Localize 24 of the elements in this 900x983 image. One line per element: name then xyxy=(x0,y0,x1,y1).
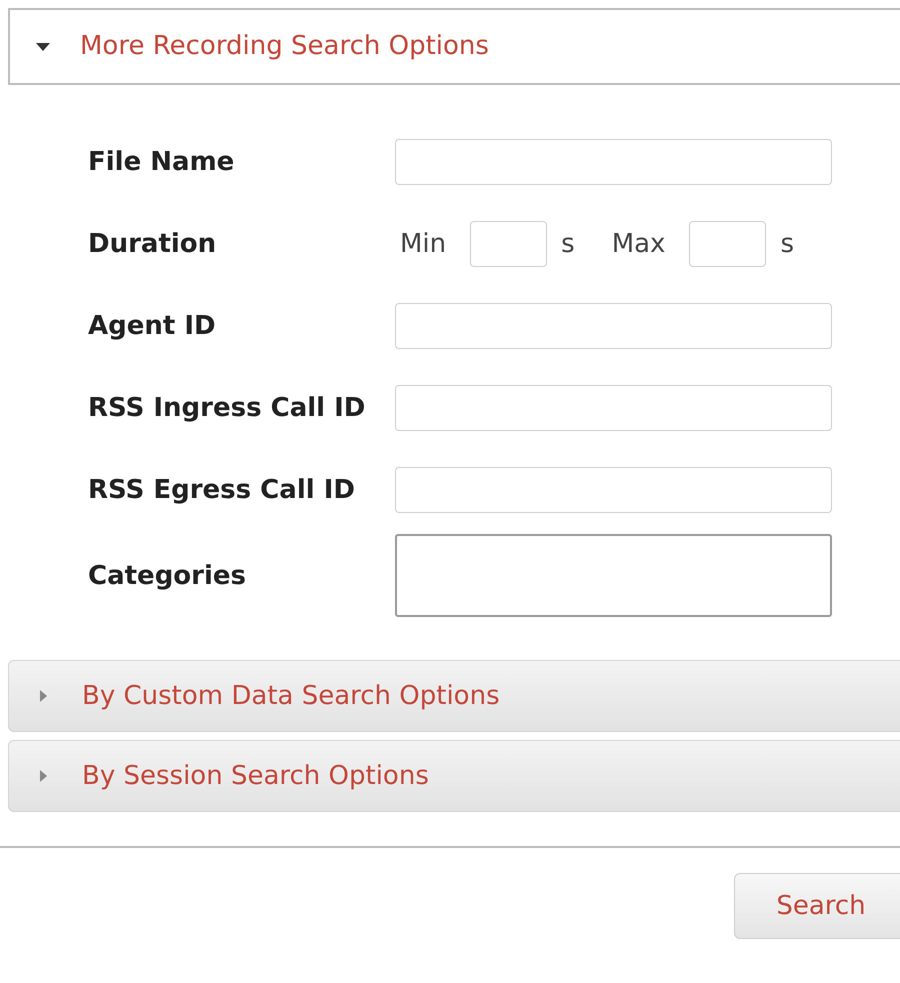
field-label: Agent ID xyxy=(88,310,217,343)
accordion-header[interactable]: More Recording Search Options xyxy=(8,8,900,85)
search-button[interactable]: Search xyxy=(734,873,900,939)
text-field[interactable] xyxy=(395,303,832,349)
unit-label: s xyxy=(561,228,575,260)
text-field[interactable] xyxy=(395,467,832,513)
max-label: Max xyxy=(612,228,666,260)
min-field[interactable] xyxy=(470,221,548,267)
accordion-title: By Custom Data Search Options xyxy=(82,680,500,712)
accordion-title: More Recording Search Options xyxy=(80,30,489,63)
unit-label: s xyxy=(780,228,794,260)
field-label: Categories xyxy=(88,560,248,592)
min-label: Min xyxy=(400,228,446,260)
accordion-title: By Session Search Options xyxy=(82,760,429,792)
text-field[interactable] xyxy=(395,139,832,185)
field-label: Duration xyxy=(88,228,218,261)
field-label: File Name xyxy=(88,146,236,179)
accordion-header[interactable]: By Custom Data Search Options xyxy=(8,660,900,732)
accordion-header[interactable]: By Session Search Options xyxy=(8,740,900,812)
text-field[interactable] xyxy=(395,385,832,431)
field-label: RSS Ingress Call ID xyxy=(88,392,366,425)
field-label: RSS Egress Call ID xyxy=(88,474,356,507)
categories-field[interactable] xyxy=(395,534,832,617)
max-field[interactable] xyxy=(689,221,766,267)
